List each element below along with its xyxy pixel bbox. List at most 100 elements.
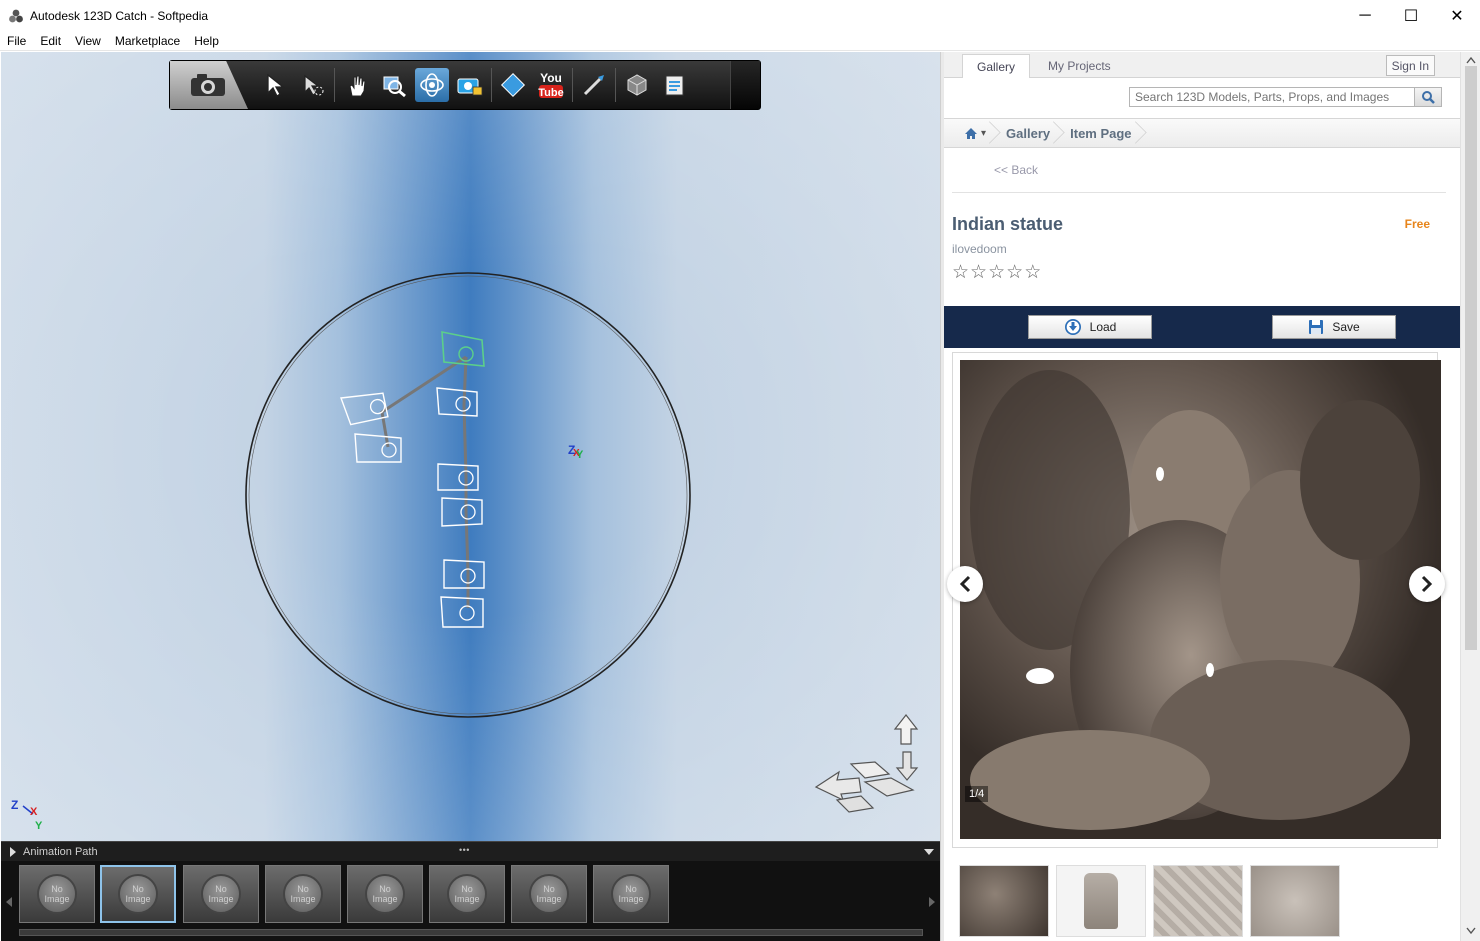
animation-path-strip: No Image No Image No Image No Image No I… xyxy=(1,861,940,941)
camera-frustum[interactable] xyxy=(436,387,478,417)
panel-scrollbar[interactable] xyxy=(1460,52,1480,941)
gallery-thumbnails xyxy=(959,865,1347,937)
no-image-icon: No Image xyxy=(447,874,487,914)
pivot-axis-y: Y xyxy=(576,449,584,461)
animation-path-label: Animation Path xyxy=(23,845,98,858)
axis-y-label: Y xyxy=(35,820,43,832)
action-bar: Load Save xyxy=(944,306,1460,348)
sign-in-button[interactable]: Sign In xyxy=(1385,55,1435,76)
gallery-thumbnail[interactable] xyxy=(1056,865,1146,937)
menu-file[interactable]: File xyxy=(0,34,33,48)
bounding-sphere-inner xyxy=(248,275,688,715)
no-image-icon: No Image xyxy=(201,874,241,914)
window-title: Autodesk 123D Catch - Softpedia xyxy=(30,8,209,23)
animation-thumbnail-selected[interactable]: No Image xyxy=(100,865,176,923)
home-dropdown-caret: ▾ xyxy=(981,127,987,139)
image-carousel: 1/4 xyxy=(947,352,1445,848)
no-image-icon: No Image xyxy=(37,874,77,914)
animation-thumbnail[interactable]: No Image xyxy=(265,865,341,923)
camera-frustum[interactable] xyxy=(440,596,484,628)
animation-thumbnail[interactable]: No Image xyxy=(347,865,423,923)
close-button[interactable]: ✕ xyxy=(1434,0,1480,31)
navigation-arrows-icon[interactable] xyxy=(814,714,919,813)
3d-viewport[interactable]: You Tube Z X Y Z X Y xyxy=(1,52,940,841)
scroll-up-icon[interactable] xyxy=(1466,56,1476,64)
axis-z-label: Z xyxy=(11,798,18,812)
rating-stars[interactable]: ☆ ☆ ☆ ☆ ☆ xyxy=(952,262,1042,284)
no-image-icon: No Image xyxy=(118,874,158,914)
gallery-panel: Gallery My Projects Sign In ▾ Gallery It… xyxy=(944,52,1460,941)
no-image-icon: No Image xyxy=(283,874,323,914)
load-button[interactable]: Load xyxy=(1028,315,1152,339)
star-icon[interactable]: ☆ xyxy=(1024,262,1041,284)
animation-scrollbar[interactable] xyxy=(19,929,923,936)
animation-thumbnail[interactable]: No Image xyxy=(511,865,587,923)
breadcrumb: ▾ Gallery Item Page xyxy=(944,118,1460,148)
resize-handle[interactable]: • • • xyxy=(459,845,470,855)
collapse-chevron-icon[interactable] xyxy=(922,846,936,858)
download-icon xyxy=(1064,319,1081,335)
gallery-thumbnail[interactable] xyxy=(959,865,1049,937)
menu-view[interactable]: View xyxy=(68,34,108,48)
no-image-icon: No Image xyxy=(529,874,569,914)
scroll-thumb[interactable] xyxy=(1465,66,1477,650)
scroll-down-icon[interactable] xyxy=(1466,927,1476,935)
save-button-label: Save xyxy=(1332,320,1360,334)
carousel-prev-button[interactable] xyxy=(947,566,983,602)
breadcrumb-gallery[interactable]: Gallery xyxy=(996,118,1060,148)
item-title: Indian statue xyxy=(952,214,1064,234)
axis-indicator: Z X Y xyxy=(11,798,43,832)
camera-frustum[interactable] xyxy=(443,559,485,589)
home-icon xyxy=(965,127,977,139)
chevron-right-icon xyxy=(1421,575,1433,593)
camera-frustum[interactable] xyxy=(441,497,483,527)
camera-frustum-active[interactable] xyxy=(441,331,485,367)
menu-edit[interactable]: Edit xyxy=(33,34,68,48)
floppy-disk-icon xyxy=(1309,320,1324,334)
gallery-thumbnail[interactable] xyxy=(1250,865,1340,937)
search-icon xyxy=(1422,91,1435,104)
tab-my-projects[interactable]: My Projects xyxy=(1034,54,1125,78)
tab-gallery[interactable]: Gallery xyxy=(962,54,1031,78)
star-icon[interactable]: ☆ xyxy=(970,262,987,284)
animation-thumbnail[interactable]: No Image xyxy=(183,865,259,923)
camera-path-branch xyxy=(380,355,467,448)
breadcrumb-item-page[interactable]: Item Page xyxy=(1060,118,1141,148)
price-label: Free xyxy=(1404,217,1430,231)
camera-frustum[interactable] xyxy=(354,433,402,463)
search-input[interactable] xyxy=(1129,87,1415,107)
menu-bar: File Edit View Marketplace Help xyxy=(0,31,1480,51)
star-icon[interactable]: ☆ xyxy=(988,262,1005,284)
maximize-button[interactable]: ☐ xyxy=(1388,0,1434,31)
star-icon[interactable]: ☆ xyxy=(1006,262,1023,284)
carousel-next-button[interactable] xyxy=(1409,566,1445,602)
author-link[interactable]: ilovedoom xyxy=(952,242,1007,256)
image-counter: 1/4 xyxy=(965,786,989,802)
statue-photo-image xyxy=(960,360,1441,839)
star-icon[interactable]: ☆ xyxy=(952,262,969,284)
no-image-icon: No Image xyxy=(611,874,651,914)
load-button-label: Load xyxy=(1089,320,1117,334)
search-button[interactable] xyxy=(1414,87,1442,107)
minimize-button[interactable]: ─ xyxy=(1342,0,1388,31)
menu-marketplace[interactable]: Marketplace xyxy=(108,34,187,48)
save-button[interactable]: Save xyxy=(1272,315,1396,339)
back-link[interactable]: << Back xyxy=(994,163,1038,177)
gallery-thumbnail[interactable] xyxy=(1153,865,1243,937)
camera-frustum[interactable] xyxy=(437,463,479,491)
scroll-left-icon[interactable] xyxy=(4,895,14,909)
animation-thumbnail[interactable]: No Image xyxy=(19,865,95,923)
camera-frustum[interactable] xyxy=(340,389,389,426)
camera-scene: Z X Y Z X Y xyxy=(11,272,919,832)
panel-tabs: Gallery My Projects Sign In xyxy=(944,52,1460,78)
animation-thumbnail[interactable]: No Image xyxy=(593,865,669,923)
scroll-right-icon[interactable] xyxy=(927,895,937,909)
bounding-sphere xyxy=(245,272,691,718)
animation-thumbnail[interactable]: No Image xyxy=(429,865,505,923)
thumbnail-fragment-shape xyxy=(1084,873,1118,929)
expand-triangle-icon[interactable] xyxy=(7,846,21,858)
statue-photo: 1/4 xyxy=(960,360,1441,839)
divider-line xyxy=(952,192,1446,193)
menu-help[interactable]: Help xyxy=(187,34,226,48)
breadcrumb-home[interactable]: ▾ xyxy=(944,118,996,148)
